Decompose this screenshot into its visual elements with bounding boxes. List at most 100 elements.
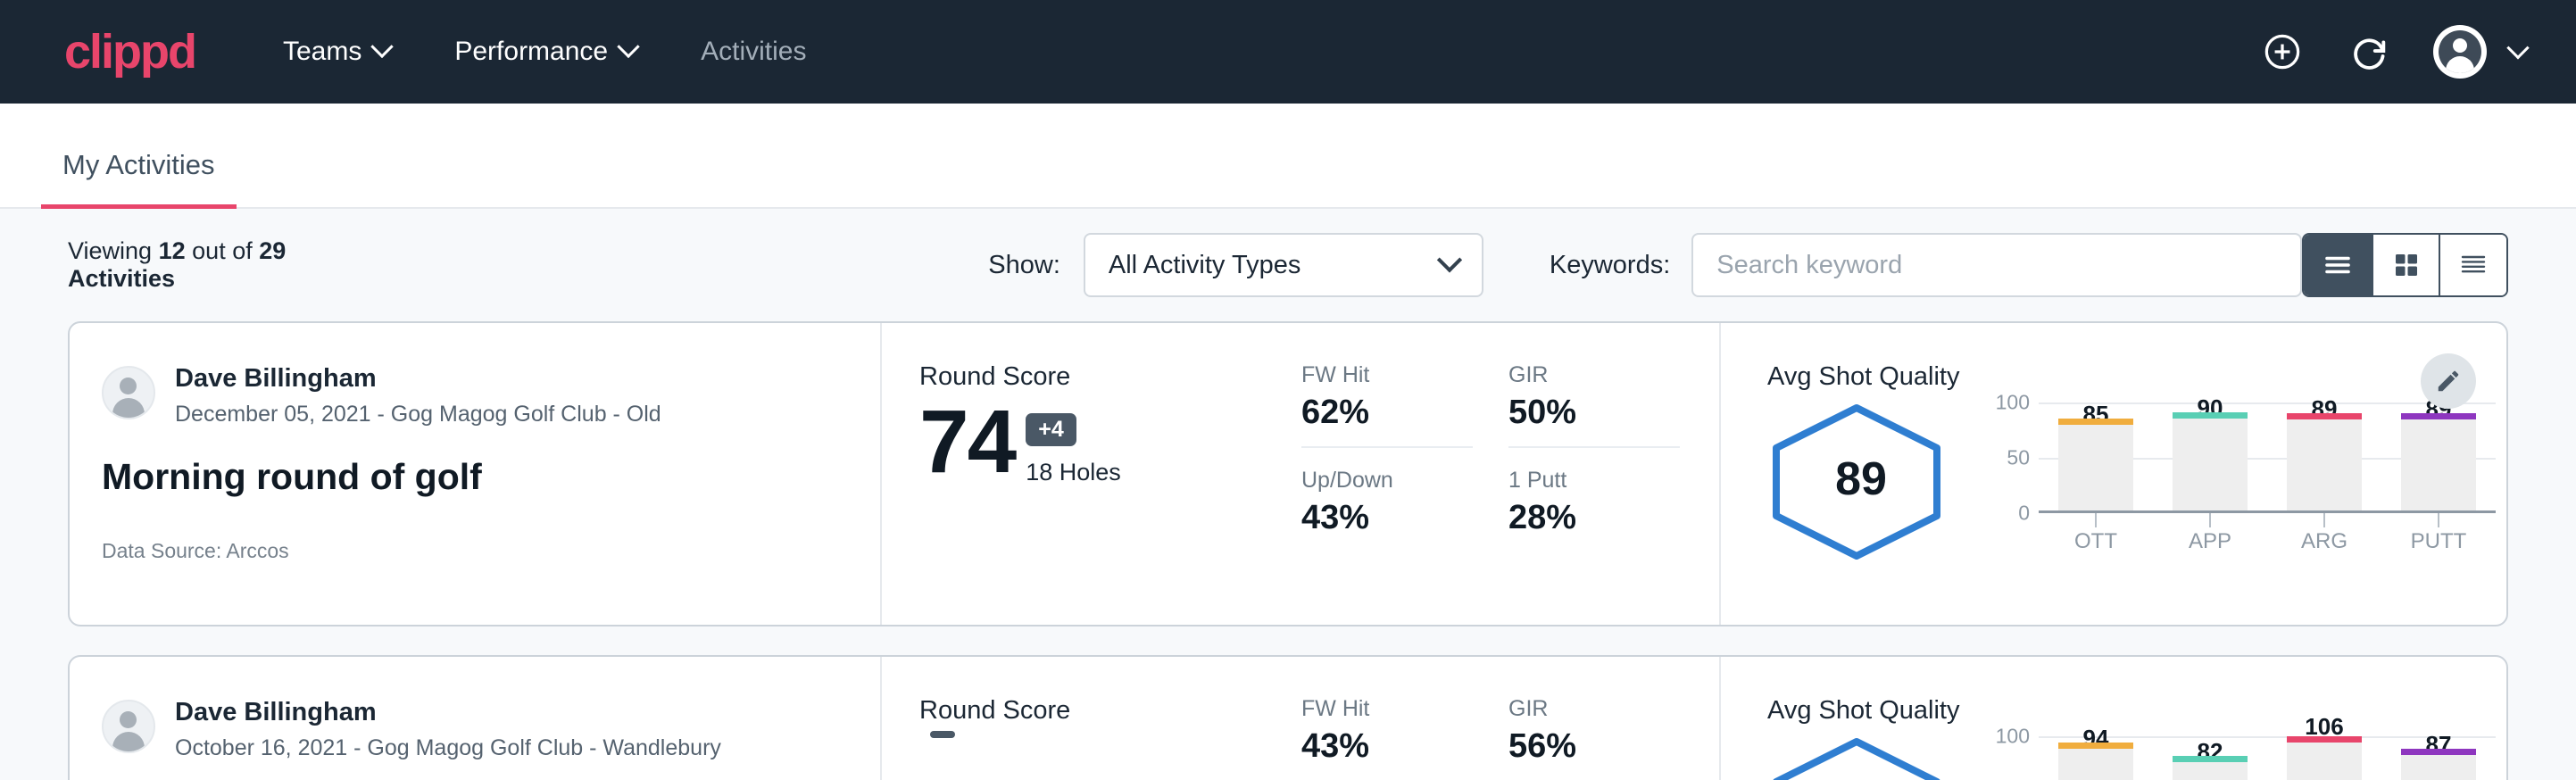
avg-shot-quality-label: Avg Shot Quality	[1767, 696, 2506, 726]
stat-fw-hit: FW Hit 62%	[1301, 362, 1473, 448]
bar-arg-cap	[2287, 413, 2362, 419]
activity-title: Morning round of golf	[102, 456, 843, 498]
bar-arg: 106	[2287, 736, 2362, 780]
account-menu[interactable]	[2433, 25, 2526, 79]
round-score-column: Round Score	[882, 657, 1301, 780]
chevron-down-icon	[2506, 37, 2529, 59]
activity-stats-grid: FW Hit 43% GIR 56%	[1301, 657, 1721, 780]
avatar	[102, 700, 155, 753]
viewing-prefix: Viewing	[68, 237, 152, 264]
nav-right-actions	[2258, 25, 2526, 79]
activity-card[interactable]: Dave Billingham October 16, 2021 - Gog M…	[68, 655, 2508, 780]
activity-author: Dave Billingham December 05, 2021 - Gog …	[102, 362, 843, 427]
x-label-arg: ARG	[2287, 529, 2362, 554]
view-mode-list-button[interactable]	[2304, 235, 2372, 295]
stat-up-down: Up/Down 43%	[1301, 468, 1473, 552]
bar-putt-cap	[2401, 413, 2476, 419]
activity-info-column: Dave Billingham October 16, 2021 - Gog M…	[70, 657, 882, 780]
activity-stats-grid: FW Hit 62% GIR 50% Up/Down 43% 1 Putt 28…	[1301, 323, 1721, 625]
bar-putt-cap	[2401, 749, 2476, 755]
nav-item-activities-label: Activities	[701, 37, 806, 67]
avatar	[102, 366, 155, 419]
account-avatar-icon	[2433, 25, 2487, 79]
stat-one-putt: 1 Putt 28%	[1508, 468, 1680, 552]
nav-item-activities[interactable]: Activities	[694, 31, 813, 72]
avg-shot-quality-value: 89	[1767, 452, 1955, 506]
chart-plot-area: 94 82 106	[2039, 736, 2496, 780]
stat-fw-hit-value: 43%	[1301, 727, 1473, 766]
activity-author: Dave Billingham October 16, 2021 - Gog M…	[102, 696, 843, 761]
stat-one-putt-label: 1 Putt	[1508, 468, 1680, 494]
activity-info-column: Dave Billingham December 05, 2021 - Gog …	[70, 323, 882, 625]
tab-my-activities[interactable]: My Activities	[41, 149, 237, 209]
avg-shot-quality-column: Avg Shot Quality 100 50 0	[1721, 657, 2506, 780]
nav-item-performance[interactable]: Performance	[447, 31, 644, 72]
clippd-logo[interactable]: clippd	[64, 28, 195, 76]
activity-type-select[interactable]: All Activity Types	[1084, 233, 1483, 297]
score-to-par-badge	[930, 731, 955, 738]
round-score-label: Round Score	[919, 362, 1301, 392]
stat-fw-hit-value: 62%	[1301, 394, 1473, 432]
avg-shot-quality-hexagon: 89	[1767, 402, 1955, 566]
y-tick-0: 0	[2018, 502, 2030, 526]
bar-app: 90	[2173, 402, 2248, 510]
x-label-app: APP	[2173, 529, 2248, 554]
activity-data-source: Data Source: Arccos	[102, 539, 843, 563]
viewing-count-text: Viewing 12 out of 29 Activities	[68, 237, 388, 293]
activity-meta: December 05, 2021 - Gog Magog Golf Club …	[175, 402, 661, 427]
shot-quality-bar-chart: 100 50 0 94	[1955, 736, 2506, 780]
stat-gir-value: 50%	[1508, 394, 1680, 432]
bar-app: 82	[2173, 736, 2248, 780]
chart-x-ticks	[2039, 513, 2496, 529]
chart-x-axis-labels: OTT APP ARG PUTT	[2039, 529, 2496, 554]
stat-one-putt-value: 28%	[1508, 499, 1680, 537]
holes-played-label: 18 Holes	[1026, 459, 1121, 486]
refresh-button[interactable]	[2346, 28, 2394, 76]
top-navigation-bar: clippd Teams Performance Activities	[0, 0, 2576, 104]
stat-up-down-value: 43%	[1301, 499, 1473, 537]
y-tick-100: 100	[1996, 391, 2030, 415]
view-mode-grid-button[interactable]	[2372, 235, 2439, 295]
show-label: Show:	[988, 251, 1060, 280]
stat-gir-label: GIR	[1508, 362, 1680, 388]
bar-putt: 87	[2401, 736, 2476, 780]
round-score-column: Round Score 74 +4 18 Holes	[882, 323, 1301, 625]
keywords-label: Keywords:	[1550, 251, 1670, 280]
primary-nav-links: Teams Performance Activities	[276, 31, 813, 72]
y-tick-50: 50	[2007, 446, 2030, 470]
stat-gir: GIR 56%	[1508, 696, 1680, 780]
add-activity-button[interactable]	[2258, 28, 2306, 76]
view-mode-compact-button[interactable]	[2439, 235, 2506, 295]
chart-y-axis-labels: 100 50 0	[1980, 402, 2030, 513]
filter-toolbar: Viewing 12 out of 29 Activities Show: Al…	[68, 209, 2508, 321]
avg-shot-quality-column: Avg Shot Quality 89 100 50 0	[1721, 323, 2506, 625]
search-input[interactable]	[1691, 233, 2302, 297]
activity-card[interactable]: Dave Billingham December 05, 2021 - Gog …	[68, 321, 2508, 626]
keywords-filter-group: Keywords:	[1550, 233, 2302, 297]
nav-item-teams[interactable]: Teams	[276, 31, 397, 72]
x-label-ott: OTT	[2058, 529, 2133, 554]
chart-y-axis-labels: 100 50 0	[1980, 736, 2030, 780]
stat-gir-label: GIR	[1508, 696, 1680, 722]
nav-item-teams-label: Teams	[283, 37, 361, 67]
stat-fw-hit: FW Hit 43%	[1301, 696, 1473, 780]
chart-bars: 94 82 106	[2039, 736, 2496, 780]
y-tick-100: 100	[1996, 725, 2030, 749]
chart-bars: 85 90 89	[2039, 402, 2496, 510]
chart-plot-area: 85 90 89	[2039, 402, 2496, 513]
stat-fw-hit-label: FW Hit	[1301, 362, 1473, 388]
activity-type-select-value: All Activity Types	[1109, 251, 1300, 280]
viewing-middle: out of	[192, 237, 253, 264]
bar-ott: 85	[2058, 402, 2133, 510]
chevron-down-icon	[371, 36, 394, 58]
page-content: Viewing 12 out of 29 Activities Show: Al…	[0, 209, 2576, 780]
bar-arg: 89	[2287, 402, 2362, 510]
edit-activity-button[interactable]	[2421, 353, 2476, 409]
round-score-value: 74	[919, 397, 1015, 486]
activity-meta: October 16, 2021 - Gog Magog Golf Club -…	[175, 735, 721, 761]
stat-up-down-label: Up/Down	[1301, 468, 1473, 494]
stat-fw-hit-label: FW Hit	[1301, 696, 1473, 722]
stat-gir: GIR 50%	[1508, 362, 1680, 448]
chevron-down-icon	[617, 36, 639, 58]
avg-shot-quality-label: Avg Shot Quality	[1767, 362, 2506, 392]
